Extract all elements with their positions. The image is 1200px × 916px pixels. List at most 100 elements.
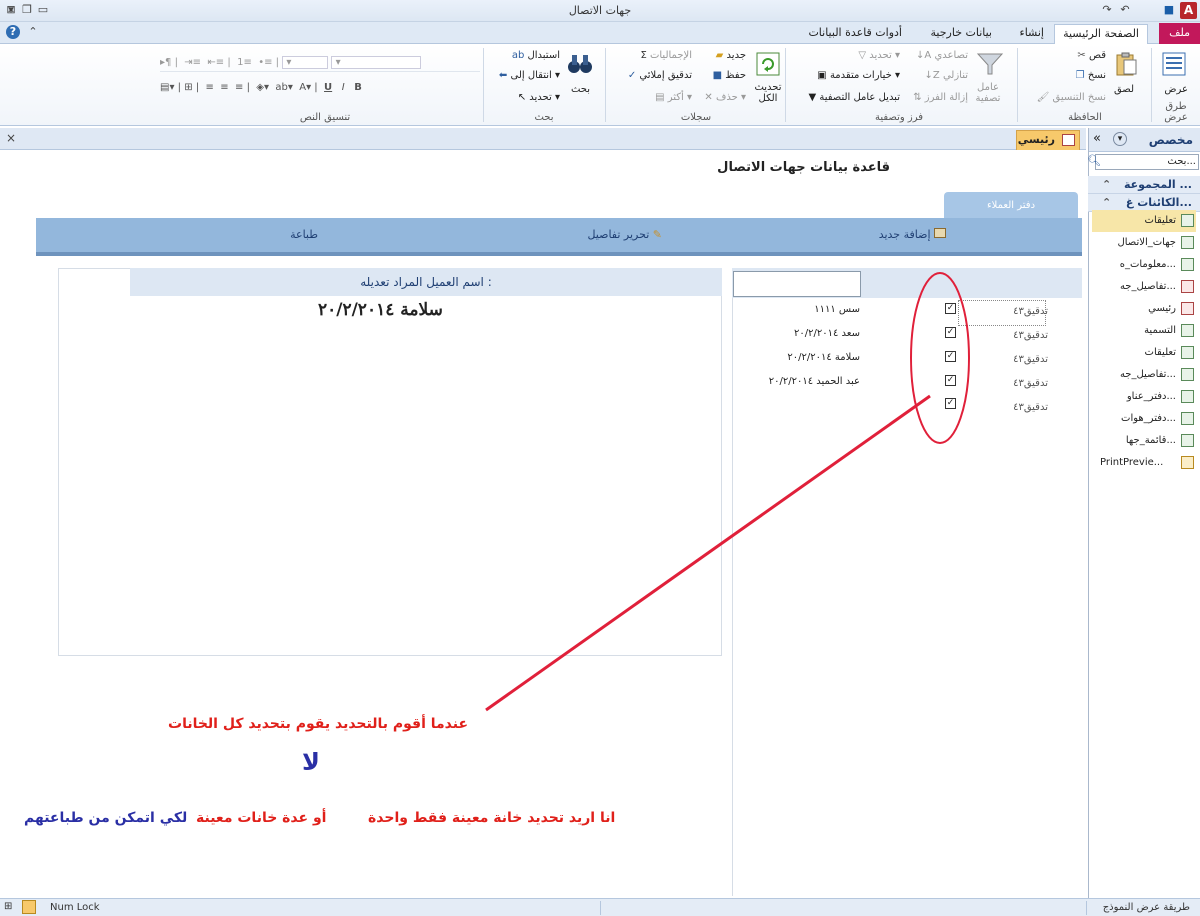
nav-item[interactable]: تفاصيل_جه... xyxy=(1092,276,1196,298)
toggle-filter-button[interactable]: ▼ تبديل عامل التصفية xyxy=(808,92,900,103)
format-painter-button[interactable]: 🖌 نسخ التنسيق xyxy=(1037,92,1106,103)
nav-item[interactable]: دفتر_عناو... xyxy=(1092,386,1196,408)
tab-create[interactable]: إنشاء xyxy=(1012,24,1052,44)
delete-record-button[interactable]: ✕ حذف ▾ xyxy=(704,92,746,103)
search-icon[interactable]: 🔍︎ xyxy=(1087,154,1101,167)
nav-item[interactable]: دفتر_هوات... xyxy=(1092,408,1196,430)
filter-button[interactable]: عامل تصفية xyxy=(974,82,1002,104)
nav-item[interactable]: رئيسي xyxy=(1092,298,1196,320)
goto-button[interactable]: ⬅ انتقال إلى ▾ xyxy=(499,70,560,81)
find-button[interactable]: بحث xyxy=(571,84,590,95)
underline-icon[interactable]: U xyxy=(324,82,332,93)
nav-item-label: تفاصيل_جه... xyxy=(1119,281,1176,292)
outdent-icon[interactable]: ⇤≡ xyxy=(207,57,224,68)
navigation-pane: مخصص ▾ « بحث... 🔍︎ المجموعة ... ⌃ الكائن… xyxy=(1087,128,1200,898)
fill-color-icon[interactable]: ◈▾ xyxy=(256,82,269,93)
layout-view-icon[interactable]: ⊞ xyxy=(4,901,12,912)
refresh-all-button[interactable]: تحديث الكل xyxy=(750,82,786,104)
paragraph-ltr-icon[interactable]: ▸¶ xyxy=(160,57,171,68)
document-tab-main[interactable]: رئيسي xyxy=(1016,130,1080,150)
spelling-button[interactable]: ✓ تدقيق إملائي xyxy=(628,70,692,81)
nav-item[interactable]: تعليقات xyxy=(1092,210,1196,232)
form-view-icon[interactable] xyxy=(22,900,36,914)
new-record-button[interactable]: ▰ جديد xyxy=(716,50,746,61)
cut-button[interactable]: ✂ قص xyxy=(1077,50,1106,61)
report-icon xyxy=(1181,324,1194,337)
tab-database-tools[interactable]: أدوات قاعدة البيانات xyxy=(800,24,910,44)
numbered-list-icon[interactable]: 1≡ xyxy=(237,57,252,68)
remove-sort-button[interactable]: ⇅ إزالة الفرز xyxy=(913,92,968,103)
tab-external-data[interactable]: بيانات خارجية xyxy=(923,24,1000,44)
nav-item[interactable]: معلومات_ه... xyxy=(1092,254,1196,276)
qat-dropdown-icon[interactable]: ▾ xyxy=(4,3,18,17)
nav-header-title[interactable]: مخصص xyxy=(1149,133,1193,147)
more-button[interactable]: ▤ أكثر ▾ xyxy=(655,92,692,103)
sort-desc-icon: ↓Z xyxy=(924,70,940,81)
bold-icon[interactable]: B xyxy=(354,82,362,93)
annotation-text-2b: أو عدة خانات معينة xyxy=(196,810,327,826)
indent-icon[interactable]: ⇥≡ xyxy=(184,57,201,68)
copy-icon: ❐ xyxy=(1075,70,1085,81)
nav-item-label: رئيسي xyxy=(1148,303,1176,314)
sigma-icon: Σ xyxy=(640,50,647,61)
view-button[interactable]: عرض xyxy=(1164,84,1188,95)
ribbon: عرض طرق عرض لصق ✂ قص ❐ نسخ 🖌 نسخ التنسيق… xyxy=(0,44,1200,126)
minimize-window-icon[interactable]: ▭ xyxy=(36,3,50,17)
align-left-icon[interactable]: ≡ xyxy=(235,82,243,93)
highlight-icon[interactable]: ab▾ xyxy=(275,82,293,93)
view-icon[interactable] xyxy=(1160,50,1188,78)
descending-label: تنازلي xyxy=(942,70,968,81)
font-name-dropdown[interactable]: ▾ xyxy=(331,56,422,69)
table-icon[interactable]: ⊞ xyxy=(184,82,192,93)
font-size-dropdown[interactable]: ▾ xyxy=(282,56,329,69)
nav-collapse-icon[interactable]: « xyxy=(1093,131,1101,146)
tab-file[interactable]: ملف xyxy=(1159,23,1200,44)
help-icon[interactable]: ? xyxy=(6,25,20,39)
save-qat-icon[interactable]: ■ xyxy=(1162,3,1176,17)
gridlines-icon[interactable]: ▤▾ xyxy=(160,82,174,93)
redo-icon[interactable]: ↷ xyxy=(1100,3,1114,17)
copy-button[interactable]: ❐ نسخ xyxy=(1076,70,1106,81)
nav-item[interactable]: تفاصيل_جه... xyxy=(1092,364,1196,386)
nav-item[interactable]: قائمة_جها... xyxy=(1092,430,1196,452)
selection-filter-icon: ▽ xyxy=(858,50,867,61)
nav-item[interactable]: جهات_الاتصال xyxy=(1092,232,1196,254)
align-center-icon[interactable]: ≡ xyxy=(220,82,228,93)
refresh-icon[interactable] xyxy=(754,50,782,78)
restore-window-icon[interactable]: ❐ xyxy=(20,3,34,17)
bullet-list-icon[interactable]: •≡ xyxy=(258,57,272,68)
cut-label: قص xyxy=(1088,50,1106,61)
status-bar: طريقة عرض النموذج Num Lock ⊞ xyxy=(0,898,1200,916)
paste-button[interactable]: لصق xyxy=(1114,84,1134,95)
selection-button[interactable]: ▽ تحديد ▾ xyxy=(858,50,900,61)
filter-icon[interactable] xyxy=(976,50,1004,78)
ascending-button[interactable]: ↓A تصاعدي xyxy=(916,50,968,61)
nav-item[interactable]: PrintPrevie... xyxy=(1092,452,1196,474)
nav-group-header[interactable]: المجموعة ... ⌃ xyxy=(1088,176,1200,194)
replace-button[interactable]: ab استبدال xyxy=(512,50,560,61)
select-button[interactable]: ↖ تحديد ▾ xyxy=(518,92,560,103)
descending-button[interactable]: ↓Z تنازلي xyxy=(925,70,968,81)
font-color-icon[interactable]: A▾ xyxy=(299,82,311,93)
nav-dropdown-icon[interactable]: ▾ xyxy=(1113,132,1127,146)
paste-icon[interactable] xyxy=(1112,50,1140,78)
close-document-icon[interactable]: × xyxy=(6,131,16,145)
italic-icon[interactable]: I xyxy=(342,82,345,93)
advanced-button[interactable]: ▣ خيارات متقدمة ▾ xyxy=(817,70,900,81)
new-record-label: جديد xyxy=(726,50,746,61)
align-right-icon[interactable]: ≡ xyxy=(206,82,214,93)
nav-item-label: تفاصيل_جه... xyxy=(1119,369,1176,380)
tab-home[interactable]: الصفحة الرئيسية xyxy=(1054,24,1148,44)
chevron-up-icon: ⌃ xyxy=(1102,178,1112,191)
nav-item[interactable]: التسمية xyxy=(1092,320,1196,342)
nav-search-input[interactable]: بحث... xyxy=(1095,154,1199,170)
find-binoculars-icon[interactable] xyxy=(566,50,594,78)
minimize-ribbon-icon[interactable]: ⌃ xyxy=(26,25,40,39)
report-icon xyxy=(1181,434,1194,447)
totals-button[interactable]: Σ الإجماليات xyxy=(640,50,692,61)
nav-item[interactable]: تعليقات xyxy=(1092,342,1196,364)
undo-icon[interactable]: ↶ xyxy=(1118,3,1132,17)
save-record-button[interactable]: ■ حفظ xyxy=(713,70,746,81)
sort-asc-icon: ↓A xyxy=(916,50,932,61)
save-icon: ■ xyxy=(712,70,723,81)
